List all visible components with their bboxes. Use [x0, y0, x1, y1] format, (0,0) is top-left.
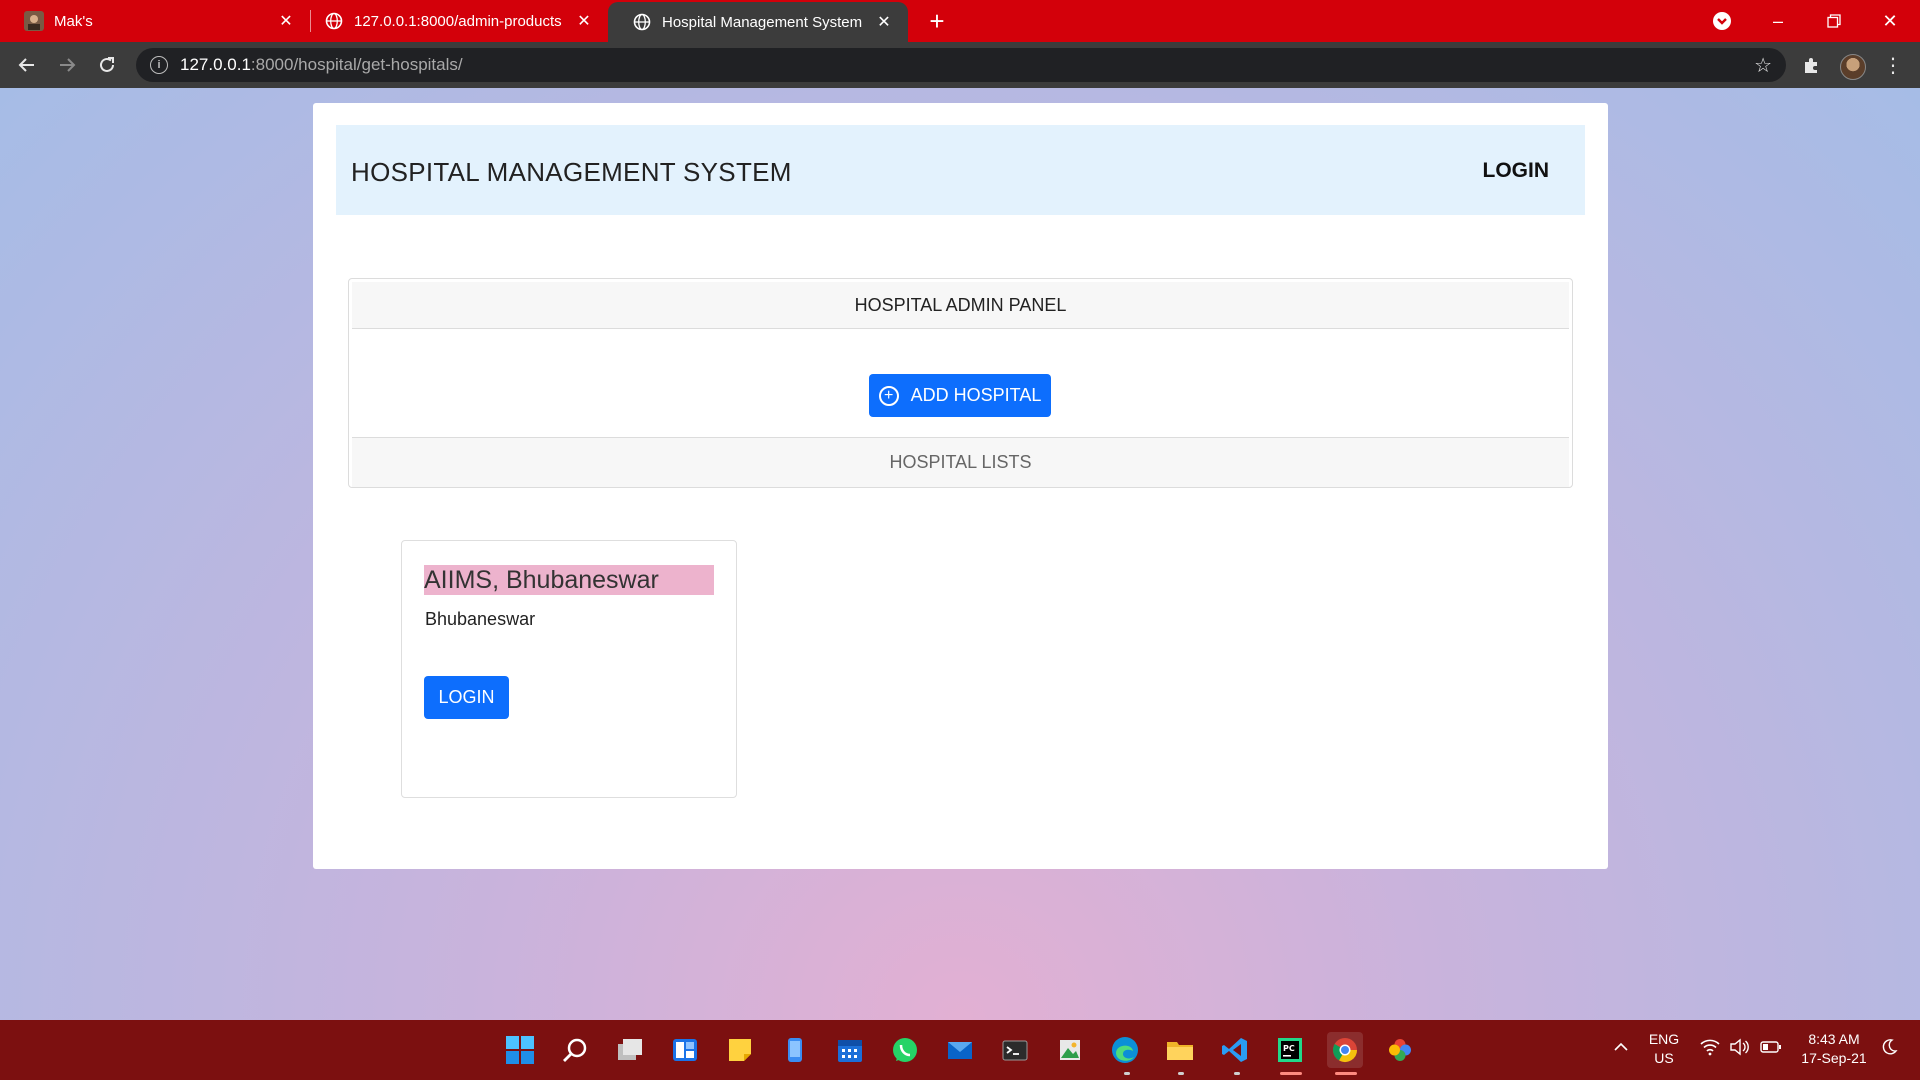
new-tab-icon[interactable]: + [922, 6, 952, 36]
brand-title[interactable]: HOSPITAL MANAGEMENT SYSTEM [351, 157, 792, 188]
vscode-icon[interactable] [1217, 1032, 1253, 1068]
menu-kebab-icon[interactable]: ⋮ [1878, 50, 1908, 80]
bookmark-star-icon[interactable]: ☆ [1754, 53, 1772, 78]
task-view-icon[interactable] [612, 1032, 648, 1068]
edge-icon[interactable] [1107, 1032, 1143, 1068]
tab-search-icon[interactable] [1694, 0, 1750, 42]
panel-title: HOSPITAL ADMIN PANEL [352, 282, 1569, 329]
restore-icon[interactable] [1806, 0, 1862, 42]
tab-close-icon[interactable]: ✕ [572, 9, 596, 33]
url-host: 127.0.0.1 [180, 55, 251, 74]
hospital-city: Bhubaneswar [425, 609, 536, 629]
language-line-1: ENG [1648, 1031, 1680, 1047]
start-icon[interactable] [502, 1032, 538, 1068]
add-hospital-label: ADD HOSPITAL [910, 385, 1042, 405]
clock-time: 8:43 AM [1808, 1031, 1860, 1047]
svg-text:PC: PC [1283, 1044, 1295, 1053]
battery-icon[interactable] [1760, 1038, 1782, 1061]
clock[interactable]: 8:43 AM 17-Sep-21 [1794, 1030, 1874, 1068]
search-icon[interactable] [557, 1032, 593, 1068]
file-explorer-icon[interactable] [1162, 1032, 1198, 1068]
pinwheel-icon[interactable] [1382, 1032, 1418, 1068]
hospital-lists-label: HOSPITAL LISTS [352, 437, 1569, 487]
main-container: HOSPITAL MANAGEMENT SYSTEM LOGIN HOSPITA… [313, 103, 1608, 869]
close-window-icon[interactable]: ✕ [1862, 0, 1918, 42]
minimize-icon[interactable]: – [1750, 0, 1806, 42]
browser-tabstrip: Mak's ✕ 127.0.0.1:8000/admin-products ✕ … [0, 0, 1920, 42]
hospital-card: AIIMS, Bhubaneswar Bhubaneswar LOGIN [401, 540, 737, 798]
tab-title: Hospital Management System [662, 13, 863, 31]
nav-login-link[interactable]: LOGIN [1483, 159, 1550, 183]
windows-taskbar: PC ENG US 8:43 AM 17-Sep-21 [0, 1020, 1920, 1080]
phone-app-icon[interactable] [777, 1032, 813, 1068]
tab-close-icon[interactable]: ✕ [872, 10, 896, 34]
admin-panel: HOSPITAL ADMIN PANEL + ADD HOSPITAL HOSP… [348, 278, 1573, 488]
url-path: :8000/hospital/get-hospitals/ [250, 55, 463, 74]
wifi-icon[interactable] [1700, 1038, 1720, 1061]
mail-icon[interactable] [942, 1032, 978, 1068]
chrome-icon[interactable] [1327, 1032, 1363, 1068]
page-viewport: HOSPITAL MANAGEMENT SYSTEM LOGIN HOSPITA… [0, 88, 1920, 1020]
volume-icon[interactable] [1729, 1038, 1749, 1061]
plus-circle-icon: + [878, 385, 899, 406]
sticky-notes-icon[interactable] [722, 1032, 758, 1068]
tab-title: Mak's [54, 12, 93, 30]
running-indicator [1335, 1072, 1357, 1075]
user-avatar-icon [24, 11, 44, 31]
add-hospital-button[interactable]: + ADD HOSPITAL [869, 374, 1051, 417]
language-line-2: US [1654, 1050, 1674, 1066]
profile-avatar-icon[interactable] [1840, 54, 1866, 80]
calendar-icon[interactable] [832, 1032, 868, 1068]
back-icon[interactable] [12, 50, 42, 80]
language-indicator[interactable]: ENG US [1648, 1030, 1680, 1068]
whatsapp-icon[interactable] [887, 1032, 923, 1068]
clock-date: 17-Sep-21 [1801, 1050, 1867, 1066]
extensions-icon[interactable] [1797, 50, 1827, 80]
site-info-icon[interactable]: i [150, 56, 168, 74]
tab-title: 127.0.0.1:8000/admin-products [354, 12, 562, 30]
hospital-login-button[interactable]: LOGIN [424, 676, 509, 719]
running-indicator [1280, 1072, 1302, 1075]
widgets-icon[interactable] [667, 1032, 703, 1068]
pycharm-icon[interactable]: PC [1272, 1032, 1308, 1068]
tab-admin-products[interactable]: 127.0.0.1:8000/admin-products ✕ [300, 0, 608, 42]
globe-icon [324, 11, 344, 31]
globe-icon [632, 12, 652, 32]
photo-editor-icon[interactable] [1052, 1032, 1088, 1068]
address-bar[interactable]: i 127.0.0.1:8000/hospital/get-hospitals/… [136, 48, 1786, 82]
tab-close-icon[interactable]: ✕ [274, 9, 298, 33]
browser-toolbar: i 127.0.0.1:8000/hospital/get-hospitals/… [0, 42, 1920, 88]
navbar: HOSPITAL MANAGEMENT SYSTEM LOGIN [336, 125, 1585, 215]
running-indicator [1234, 1072, 1240, 1075]
chevron-up-icon[interactable] [1612, 1038, 1630, 1061]
running-indicator [1124, 1072, 1130, 1075]
hospital-name: AIIMS, Bhubaneswar [424, 565, 714, 595]
focus-assist-moon-icon[interactable] [1880, 1038, 1898, 1061]
running-indicator [1178, 1072, 1184, 1075]
tab-maks[interactable]: Mak's ✕ [0, 0, 310, 42]
tab-hospital-management[interactable]: Hospital Management System ✕ [608, 2, 908, 42]
reload-icon[interactable] [92, 50, 122, 80]
terminal-icon[interactable] [997, 1032, 1033, 1068]
forward-icon[interactable] [52, 50, 82, 80]
